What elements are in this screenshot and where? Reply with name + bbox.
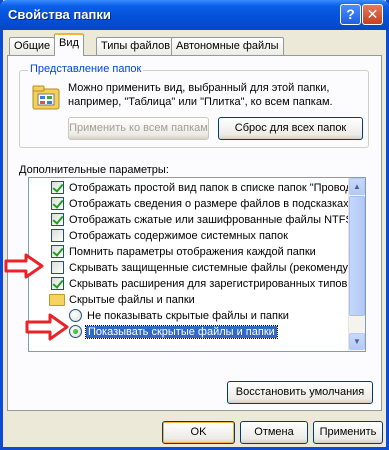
window-title: Свойства папки: [8, 7, 111, 22]
list-item-label: Отображать сжатые или зашифрованные файл…: [69, 214, 366, 226]
folder-views-group-label: Представление папок: [28, 63, 144, 75]
checkbox[interactable]: [51, 213, 64, 226]
folder-views-description: Можно применить вид, выбранный для этой …: [68, 82, 333, 108]
apply-button[interactable]: Применить: [313, 421, 383, 444]
checkbox[interactable]: [51, 277, 64, 290]
red-arrow-icon: [4, 253, 44, 279]
list-item-label: Скрытые файлы и папки: [69, 294, 195, 306]
list-item-label: Отображать простой вид папок в списке па…: [69, 182, 364, 194]
list-item-label: Скрывать расширения для зарегистрированн…: [69, 278, 360, 290]
close-button[interactable]: ✕: [362, 4, 383, 25]
folder-icon: [49, 294, 65, 306]
help-button[interactable]: ?: [340, 4, 361, 25]
red-arrow-icon: [25, 313, 69, 341]
tab-offline-files[interactable]: Автономные файлы: [171, 37, 284, 55]
checkbox[interactable]: [51, 181, 64, 194]
scroll-down-icon[interactable]: ▼: [349, 333, 365, 350]
apply-to-all-folders-button[interactable]: Применить ко всем папкам: [68, 117, 209, 140]
checkbox[interactable]: [51, 261, 64, 274]
advanced-settings-list[interactable]: Отображать простой вид папок в списке па…: [28, 177, 366, 352]
list-item-label: Показывать скрытые файлы и папки: [85, 325, 278, 339]
tab-file-types[interactable]: Типы файлов: [96, 37, 176, 55]
checkbox[interactable]: [51, 197, 64, 210]
advanced-settings-label: Дополнительные параметры:: [19, 164, 169, 176]
list-item-label: Не показывать скрытые файлы и папки: [87, 310, 289, 322]
title-bar[interactable]: Свойства папки ? ✕: [0, 0, 389, 30]
tab-general[interactable]: Общие: [9, 37, 56, 55]
tab-view[interactable]: Вид: [54, 33, 84, 56]
scroll-thumb[interactable]: [349, 196, 365, 316]
folder-options-window: Свойства папки ? ✕ Общие Вид Типы файлов…: [0, 0, 389, 450]
cancel-button[interactable]: Отмена: [240, 421, 308, 444]
reset-all-folders-button[interactable]: Сброс для всех папок: [218, 117, 363, 140]
folder-views-group: Представление папок Можно применить вид,…: [19, 63, 369, 148]
folder-view-icon: [32, 85, 60, 110]
list-item-label: Отображать содержимое системных папок: [69, 230, 288, 242]
list-item-label: Скрывать защищенные системные файлы (рек…: [69, 262, 365, 274]
restore-defaults-button[interactable]: Восстановить умолчания: [227, 381, 373, 404]
list-item-label: Отображать сведения о размере файлов в п…: [69, 198, 358, 210]
vertical-scrollbar[interactable]: ▲ ▼: [348, 178, 365, 351]
list-item-label: Помнить параметры отображения каждой пап…: [69, 246, 316, 258]
ok-button[interactable]: OK: [162, 421, 235, 444]
checkbox[interactable]: [51, 229, 64, 242]
checkbox[interactable]: [51, 245, 64, 258]
scroll-up-icon[interactable]: ▲: [349, 178, 365, 195]
